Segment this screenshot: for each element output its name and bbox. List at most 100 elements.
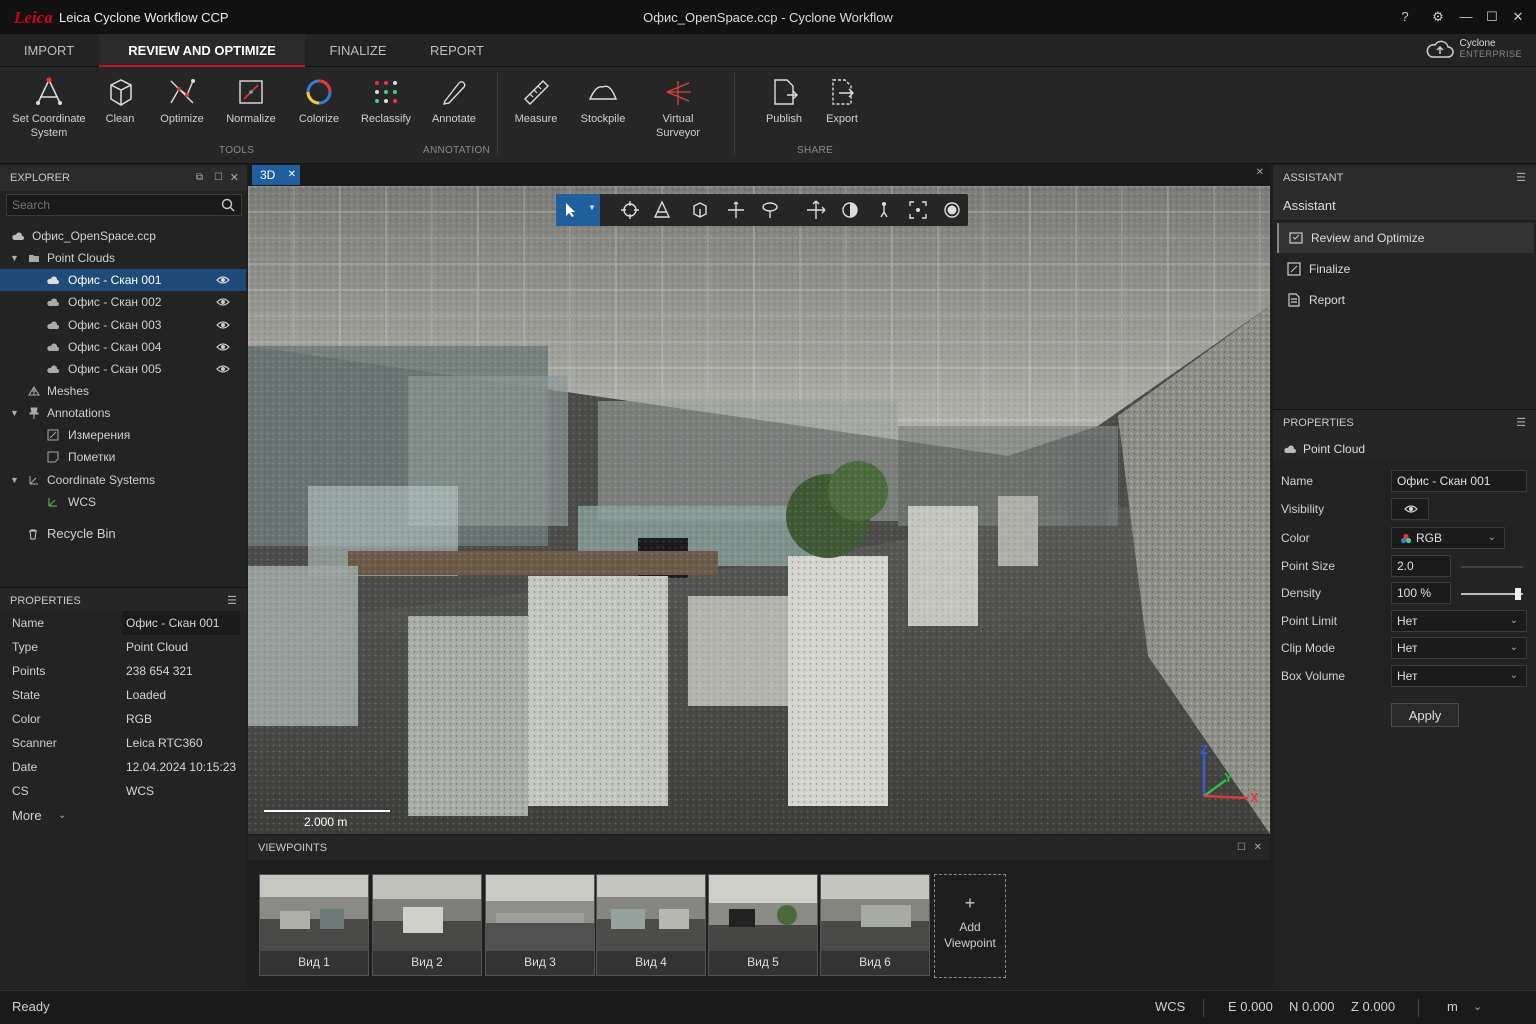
cursor-icon [566,203,575,217]
name-field[interactable]: Офис - Скан 001 [1391,470,1527,492]
add-viewpoint-button[interactable]: + Add Viewpoint [934,874,1006,978]
tree-item-annotations[interactable]: ▼ Annotations [0,402,246,424]
assistant-item-finalize[interactable]: Finalize [1277,254,1534,284]
orbit-icon[interactable] [620,200,640,220]
eye-icon[interactable] [216,320,230,330]
chevron-down-icon[interactable]: ▼ [588,203,596,212]
viewpoint-thumbnail[interactable]: Вид 6 [820,874,930,976]
measure-tool-icon[interactable] [652,200,672,220]
close-panel-icon[interactable]: ✕ [230,165,239,191]
density-slider-handle[interactable] [1515,588,1521,600]
prop-value: 12.04.2024 10:15:23 [126,760,237,774]
clip-box-icon[interactable] [690,200,710,220]
section-icon[interactable] [760,200,780,220]
tree-item-scan-001[interactable]: Офис - Скан 001 [0,269,246,291]
status-unit[interactable]: m [1447,991,1458,1023]
density-slider-track[interactable] [1461,588,1523,600]
chevron-down-icon[interactable]: ⌄ [1473,991,1482,1023]
tree-item-recycle-bin[interactable]: Recycle Bin [0,523,246,545]
help-icon[interactable]: ? [1394,6,1416,28]
close-viewport-icon[interactable]: ✕ [1256,167,1264,178]
viewpoint-thumbnail[interactable]: Вид 5 [708,874,818,976]
visibility-toggle[interactable] [1391,498,1429,520]
search-input[interactable] [7,195,207,215]
clean-button[interactable]: Clean [98,75,142,126]
viewpoint-thumbnail[interactable]: Вид 1 [259,874,369,976]
stockpile-button[interactable]: Stockpile [576,75,630,126]
assistant-item-review[interactable]: Review and Optimize [1277,223,1534,253]
walk-icon[interactable] [874,200,894,220]
point-size-field[interactable]: 2.0 [1391,555,1451,577]
density-field[interactable]: 100 % [1391,582,1451,604]
color-select[interactable]: RGB ⌄ [1391,527,1505,549]
tree-item-point-clouds[interactable]: ▼ Point Clouds [0,247,246,269]
publish-button[interactable]: Publish [762,75,806,126]
viewpoint-thumbnail[interactable]: Вид 2 [372,874,482,976]
prop-point-limit-row: Point Limit Нет ⌄ [1273,608,1535,634]
maximize-icon[interactable]: ☐ [1481,6,1503,28]
eye-icon[interactable] [216,297,230,307]
limit-box-icon[interactable] [840,200,860,220]
set-coordinate-system-button[interactable]: Set Coordinate System [8,75,90,140]
measure-button[interactable]: Measure [512,75,560,126]
status-cs[interactable]: WCS [1155,991,1185,1023]
tree-item-notes[interactable]: Пометки [0,446,246,468]
tree-item-scan-003[interactable]: Офис - Скан 003 [0,314,246,336]
eye-icon[interactable] [216,342,230,352]
minimize-icon[interactable]: — [1455,6,1477,28]
normalize-button[interactable]: Normalize [222,75,280,126]
point-size-slider-track[interactable] [1461,566,1523,568]
viewpoint-thumbnail[interactable]: Вид 4 [596,874,706,976]
tab-3d[interactable]: 3D ✕ [252,165,300,185]
maximize-panel-icon[interactable]: ☐ [1237,836,1246,860]
pan-icon[interactable] [726,200,746,220]
export-button[interactable]: Export [820,75,864,126]
eye-icon[interactable] [216,275,230,285]
tree-item-scan-002[interactable]: Офис - Скан 002 [0,291,246,313]
chevron-down-icon[interactable]: ▼ [10,469,19,491]
close-tab-icon[interactable]: ✕ [288,165,296,185]
3d-viewport[interactable]: ▼ 2.000 m Z Y X [248,186,1270,834]
colorize-button[interactable]: Colorize [294,75,344,126]
more-toggle[interactable]: More ⌄ [0,804,90,828]
prop-value[interactable]: Офис - Скан 001 [122,611,240,635]
stockpile-icon [588,85,618,100]
menu-icon[interactable]: ☰ [1516,410,1526,436]
reclassify-button[interactable]: Reclassify [356,75,416,126]
move-icon[interactable] [806,200,826,220]
undock-icon[interactable]: ⧉ [196,165,203,191]
tree-item-scan-005[interactable]: Офис - Скан 005 [0,358,246,380]
chevron-down-icon[interactable]: ▼ [10,402,19,424]
tab-import[interactable]: IMPORT [0,34,98,67]
viewpoint-thumbnail[interactable]: Вид 3 [485,874,595,976]
tree-item-scan-004[interactable]: Офис - Скан 004 [0,336,246,358]
maximize-panel-icon[interactable]: ☐ [214,165,223,191]
annotate-button[interactable]: Annotate [428,75,480,126]
tab-report[interactable]: REPORT [412,34,502,67]
tree-item-project[interactable]: Офис_OpenSpace.ccp [0,225,246,247]
search-box[interactable] [6,194,242,216]
select-tool-button[interactable]: ▼ [556,194,600,226]
tree-item-coordinate-systems[interactable]: ▼ Coordinate Systems [0,469,246,491]
virtual-surveyor-button[interactable]: Virtual Surveyor [648,75,708,140]
optimize-button[interactable]: Optimize [156,75,208,126]
gear-icon[interactable]: ⚙ [1427,6,1449,28]
prop-key: Name [1281,474,1314,488]
tab-review-and-optimize[interactable]: REVIEW AND OPTIMIZE [99,34,305,67]
eye-icon[interactable] [216,364,230,374]
menu-icon[interactable]: ☰ [1516,165,1526,191]
apply-button[interactable]: Apply [1391,703,1459,727]
point-limit-select[interactable]: Нет ⌄ [1391,610,1527,632]
chevron-down-icon[interactable]: ▼ [10,247,19,269]
close-icon[interactable]: ✕ [1507,6,1529,28]
fit-view-icon[interactable] [908,200,928,220]
tree-item-measurements[interactable]: Измерения [0,424,246,446]
box-volume-select[interactable]: Нет ⌄ [1391,665,1527,687]
assistant-item-report[interactable]: Report [1277,285,1534,315]
tab-finalize[interactable]: FINALIZE [312,34,404,67]
record-icon[interactable] [942,200,962,220]
tree-item-wcs[interactable]: WCS [0,491,246,513]
clip-mode-select[interactable]: Нет ⌄ [1391,637,1527,659]
tree-item-meshes[interactable]: Meshes [0,380,246,402]
close-panel-icon[interactable]: ✕ [1254,836,1262,860]
